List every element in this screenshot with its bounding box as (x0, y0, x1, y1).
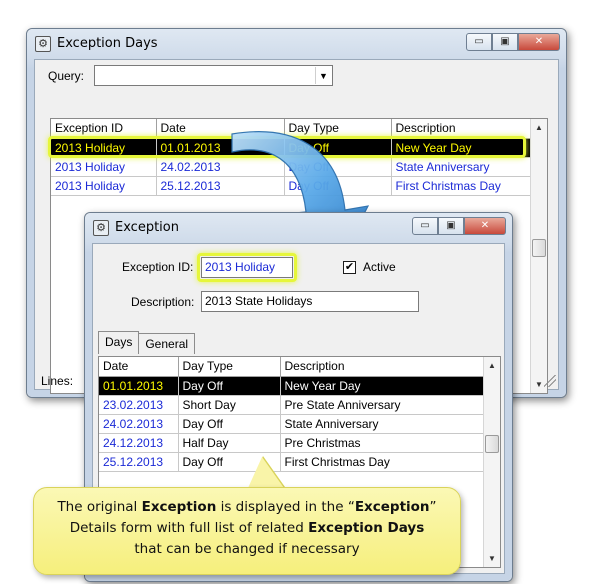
column-header[interactable]: Date (156, 119, 285, 139)
maximize-icon[interactable]: ▣ (492, 33, 518, 51)
active-checkbox[interactable]: ✔ (343, 261, 356, 274)
close-icon[interactable]: ✕ (518, 33, 560, 51)
scroll-up-icon[interactable]: ▲ (531, 119, 547, 136)
minimize-icon[interactable]: ▭ (466, 33, 492, 51)
scroll-thumb[interactable] (485, 435, 499, 453)
cell-description: State Anniversary (391, 157, 532, 177)
callout-text: Details form with full list of related (69, 520, 309, 536)
description-field[interactable]: 2013 State Holidays (201, 291, 419, 312)
window-title: Exception (115, 220, 179, 235)
window-controls: ▭ ▣ ✕ (466, 33, 560, 51)
tab-strip: Days General (98, 331, 196, 354)
cell-day-type: Day Off (284, 138, 392, 158)
table-row[interactable]: 2013 Holiday 24.02.2013 Day Off State An… (51, 157, 532, 177)
cell-day-type: Day Off (178, 414, 281, 434)
cell-date: 01.01.2013 (156, 138, 285, 158)
titlebar[interactable]: ⚙ Exception ▭ ▣ ✕ (85, 213, 512, 243)
table-header-row: Exception ID Date Day Type Description (51, 119, 532, 139)
cell-description: First Christmas Day (280, 452, 485, 472)
cell-date: 24.12.2013 (99, 433, 179, 453)
close-icon[interactable]: ✕ (464, 217, 506, 235)
column-header[interactable]: Description (280, 357, 485, 377)
cell-day-type: Short Day (178, 395, 281, 415)
table-row[interactable]: 23.02.2013 Short Day Pre State Anniversa… (99, 395, 485, 415)
column-header[interactable]: Day Type (284, 119, 392, 139)
app-icon: ⚙ (35, 36, 51, 52)
lines-label: Lines: (41, 374, 74, 388)
callout-text: ” (429, 499, 437, 515)
scroll-down-icon[interactable]: ▼ (484, 550, 500, 567)
cell-date: 01.01.2013 (99, 376, 179, 396)
cell-exception-id: 2013 Holiday (51, 157, 157, 177)
resize-grip-icon[interactable] (544, 375, 556, 387)
maximize-icon[interactable]: ▣ (438, 217, 464, 235)
callout-bold: Exception (354, 499, 430, 515)
column-header[interactable]: Description (391, 119, 532, 139)
tab-general[interactable]: General (138, 333, 196, 354)
app-icon: ⚙ (93, 220, 109, 236)
cell-day-type: Day Off (284, 157, 392, 177)
cell-date: 24.02.2013 (156, 157, 285, 177)
table-row[interactable]: 2013 Holiday 25.12.2013 Day Off First Ch… (51, 176, 532, 196)
exception-id-label: Exception ID: (122, 260, 194, 274)
description-label: Description: (131, 295, 195, 309)
column-header[interactable]: Date (99, 357, 179, 377)
cell-date: 23.02.2013 (99, 395, 179, 415)
cell-date: 25.12.2013 (156, 176, 285, 196)
table-row[interactable]: 01.01.2013 Day Off New Year Day (99, 376, 485, 396)
cell-description: New Year Day (280, 376, 485, 396)
table-header-row: Date Day Type Description (99, 357, 485, 377)
query-dropdown[interactable]: ▼ (94, 65, 333, 86)
callout-line-3: that can be changed if necessary (134, 541, 360, 557)
chevron-down-icon[interactable]: ▼ (315, 67, 331, 84)
vertical-scrollbar[interactable]: ▲ ▼ (483, 357, 500, 567)
explanation-callout: The original Exception is displayed in t… (33, 487, 461, 575)
column-header[interactable]: Day Type (178, 357, 281, 377)
column-header[interactable]: Exception ID (51, 119, 157, 139)
callout-line-2: Details form with full list of related E… (34, 518, 460, 539)
table-row[interactable]: 25.12.2013 Day Off First Christmas Day (99, 452, 485, 472)
table-row[interactable]: 2013 Holiday 01.01.2013 Day Off New Year… (51, 138, 532, 158)
window-title: Exception Days (57, 36, 158, 51)
scroll-thumb[interactable] (532, 239, 546, 257)
exception-id-field[interactable]: 2013 Holiday (201, 257, 293, 278)
minimize-icon[interactable]: ▭ (412, 217, 438, 235)
exception-days-detail-table: Date Day Type Description 01.01.2013 Day… (99, 357, 485, 472)
table-row[interactable]: 24.02.2013 Day Off State Anniversary (99, 414, 485, 434)
query-label: Query: (48, 69, 85, 83)
cell-description: New Year Day (391, 138, 532, 158)
callout-bold: Exception (141, 499, 217, 515)
cell-description: Pre Christmas (280, 433, 485, 453)
callout-line-1: The original Exception is displayed in t… (34, 497, 460, 518)
cell-date: 24.02.2013 (99, 414, 179, 434)
cell-day-type: Day Off (284, 176, 392, 196)
titlebar[interactable]: ⚙ Exception Days ▭ ▣ ✕ (27, 29, 566, 59)
callout-text: is displayed in the “ (216, 499, 355, 515)
callout-pointer (248, 457, 284, 488)
cell-exception-id: 2013 Holiday (51, 138, 157, 158)
active-label: Active (363, 260, 396, 274)
cell-exception-id: 2013 Holiday (51, 176, 157, 196)
table-row[interactable]: 24.12.2013 Half Day Pre Christmas (99, 433, 485, 453)
cell-description: Pre State Anniversary (280, 395, 485, 415)
exception-days-table: Exception ID Date Day Type Description 2… (51, 119, 532, 196)
vertical-scrollbar[interactable]: ▲ ▼ (530, 119, 547, 393)
callout-bold: Exception Days (308, 520, 425, 536)
scroll-up-icon[interactable]: ▲ (484, 357, 500, 374)
window-controls: ▭ ▣ ✕ (412, 217, 506, 235)
cell-description: State Anniversary (280, 414, 485, 434)
cell-description: First Christmas Day (391, 176, 532, 196)
callout-text: The original (57, 499, 142, 515)
tab-days[interactable]: Days (98, 331, 140, 354)
cell-day-type: Half Day (178, 433, 281, 453)
cell-date: 25.12.2013 (99, 452, 179, 472)
cell-day-type: Day Off (178, 376, 281, 396)
